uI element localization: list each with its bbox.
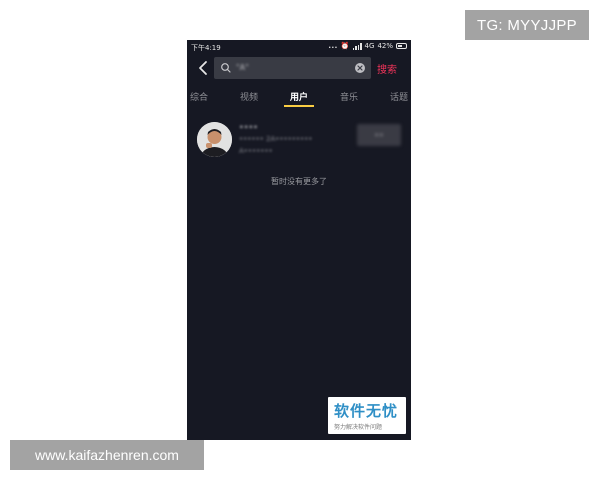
search-query-text: "A" (236, 63, 249, 72)
network-type: 4G (364, 42, 375, 50)
tab-topics[interactable]: 话题 (390, 90, 408, 103)
search-bar: "A" 搜索 (187, 56, 411, 82)
avatar[interactable] (197, 122, 232, 157)
site-watermark-label: www.kaifazhenren.com (10, 440, 204, 470)
status-time: 下午4:19 (191, 44, 221, 52)
signal-icon (352, 42, 362, 50)
tab-music[interactable]: 音乐 (340, 90, 358, 103)
battery-percent: 42% (377, 42, 393, 50)
user-fans-line: A••••••• (239, 147, 273, 155)
user-id-line: •••••• 2A••••••••• (239, 135, 313, 143)
watermark-logo: 软件无忧 努力解决软件问题 (328, 397, 406, 434)
notification-dots-icon: ... (328, 42, 338, 50)
phone-screen: 下午4:19 ... ⏰ 4G 42% "A" 搜索 综合 视频 用户 音乐 话… (187, 40, 411, 440)
search-icon (221, 63, 231, 73)
watermark-subtitle: 努力解决软件问题 (334, 424, 383, 431)
user-name: •••• (239, 123, 258, 132)
search-input[interactable]: "A" (214, 57, 371, 79)
watermark-title: 软件无忧 (334, 402, 399, 420)
status-icons: ... ⏰ 4G 42% (328, 42, 407, 50)
battery-icon (396, 43, 407, 49)
user-result-row[interactable]: •••• •••••• 2A••••••••• A••••••• •• (187, 120, 411, 160)
active-tab-indicator (284, 105, 314, 107)
tg-watermark-label: TG: MYYJJPP (465, 10, 589, 40)
follow-button[interactable]: •• (357, 124, 401, 146)
back-arrow-icon[interactable] (195, 59, 213, 77)
search-button[interactable]: 搜索 (377, 61, 397, 76)
tab-users[interactable]: 用户 (290, 90, 308, 103)
clear-circle-icon[interactable] (354, 62, 366, 74)
status-bar: 下午4:19 ... ⏰ 4G 42% (187, 40, 411, 54)
tab-videos[interactable]: 视频 (240, 90, 258, 103)
tab-comprehensive[interactable]: 综合 (190, 90, 208, 103)
no-more-results-text: 暂时没有更多了 (271, 177, 327, 186)
alarm-icon: ⏰ (340, 42, 350, 50)
result-tabs: 综合 视频 用户 音乐 话题 (187, 87, 411, 107)
